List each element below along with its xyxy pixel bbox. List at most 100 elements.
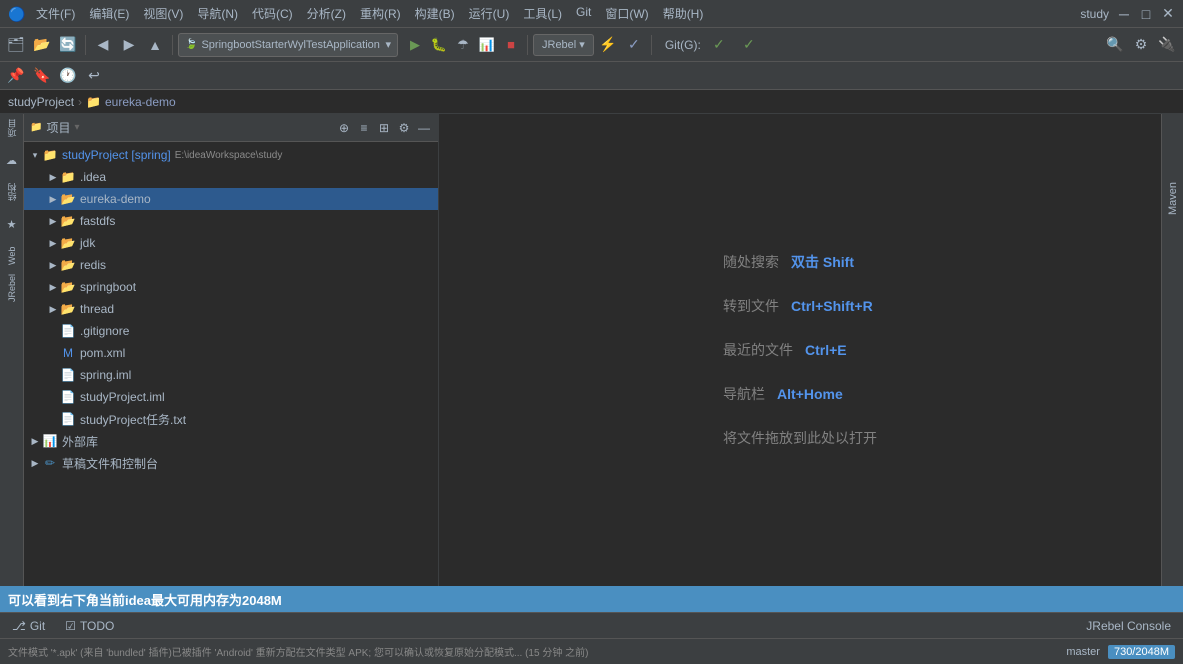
maximize-button[interactable]: □ — [1139, 7, 1153, 21]
tree-scope-icon[interactable]: ⊕ — [336, 120, 352, 136]
tree-body: ▾ 📁 studyProject [spring] E:\ideaWorkspa… — [24, 142, 438, 586]
search-everywhere-icon[interactable]: 🔍 — [1103, 33, 1127, 57]
jrebel-icon[interactable]: ⚡ — [596, 33, 620, 57]
hint-row-drag: 将文件拖放到此处以打开 — [723, 428, 877, 448]
list-item[interactable]: ▶ ✏ 草稿文件和控制台 — [24, 452, 438, 474]
root-path: E:\ideaWorkspace\study — [175, 150, 283, 161]
jrebel-dropdown[interactable]: JRebel ▾ — [533, 34, 594, 56]
menu-git[interactable]: Git — [570, 3, 597, 24]
forward-icon[interactable]: ▶ — [117, 33, 141, 57]
todo-tab[interactable]: ☑ TODO — [61, 617, 118, 635]
memory-indicator[interactable]: 730/2048M — [1108, 645, 1175, 659]
stop-button[interactable]: ■ — [500, 34, 522, 56]
main-area: 项目 ☁ 结构 ★ Web JRebel 📁 项目 ▾ ⊕ ≡ ⊞ ⚙ — ▾ — [0, 114, 1183, 586]
menu-view[interactable]: 视图(V) — [137, 3, 189, 24]
web-icon[interactable]: Web — [2, 246, 22, 266]
run-config-dropdown[interactable]: 🍃 SpringbootStarterWylTestApplication ▾ — [178, 33, 398, 57]
jrebel-side-icon[interactable]: JRebel — [2, 278, 22, 298]
run-button[interactable]: ▶ — [404, 34, 426, 56]
back-icon[interactable]: ◀ — [91, 33, 115, 57]
maven-tab[interactable]: Maven — [1163, 174, 1183, 223]
undo-icon[interactable]: ↩ — [82, 64, 106, 88]
menu-tools[interactable]: 工具(L) — [517, 3, 568, 24]
bottom-toolbar: ⎇ Git ☑ TODO JRebel Console — [0, 612, 1183, 638]
todo-tab-icon: ☑ — [65, 619, 76, 633]
menu-help[interactable]: 帮助(H) — [657, 3, 710, 24]
plugins-icon[interactable]: 🔌 — [1155, 33, 1179, 57]
debug-button[interactable]: 🐛 — [428, 34, 450, 56]
status-right: master 730/2048M — [1066, 645, 1175, 659]
bookmark-icon[interactable]: 🔖 — [30, 64, 54, 88]
list-item[interactable]: ▶ 📂 springboot — [24, 276, 438, 298]
breadcrumb-module[interactable]: eureka-demo — [105, 95, 176, 109]
list-item[interactable]: 📄 studyProject任务.txt — [24, 408, 438, 430]
tree-close-icon[interactable]: — — [416, 120, 432, 136]
settings-icon[interactable]: ⚙ — [1129, 33, 1153, 57]
study-iml-icon: 📄 — [60, 389, 76, 405]
git-commit-icon[interactable]: ✓ — [707, 33, 731, 57]
tree-settings-icon[interactable]: ⚙ — [396, 120, 412, 136]
history-icon[interactable]: 🕐 — [56, 64, 80, 88]
folder-icon: 📁 — [30, 122, 42, 133]
menu-code[interactable]: 代码(C) — [246, 3, 299, 24]
close-button[interactable]: ✕ — [1161, 7, 1175, 21]
list-item[interactable]: M pom.xml — [24, 342, 438, 364]
hint-nav-shortcut: Alt+Home — [777, 386, 843, 402]
hint-row-recent: 最近的文件 Ctrl+E — [723, 340, 877, 360]
list-item[interactable]: ▶ 📂 eureka-demo — [24, 188, 438, 210]
git-push-icon[interactable]: ✓ — [737, 33, 761, 57]
git-tab[interactable]: ⎇ Git — [8, 617, 49, 635]
list-item[interactable]: ▶ 📁 .idea — [24, 166, 438, 188]
list-item[interactable]: ▶ 📂 thread — [24, 298, 438, 320]
new-project-icon[interactable]: 🗂 — [4, 33, 28, 57]
list-item[interactable]: 📄 .gitignore — [24, 320, 438, 342]
menu-window[interactable]: 窗口(W) — [599, 3, 654, 24]
menu-file[interactable]: 文件(F) — [30, 3, 81, 24]
structure-icon[interactable]: 结构 — [2, 182, 22, 202]
up-icon[interactable]: ▲ — [143, 33, 167, 57]
open-icon[interactable]: 📂 — [30, 33, 54, 57]
menu-edit[interactable]: 编辑(E) — [83, 3, 135, 24]
profile-button[interactable]: 📊 — [476, 34, 498, 56]
menu-run[interactable]: 运行(U) — [463, 3, 516, 24]
bookmark-side-icon[interactable]: ★ — [2, 214, 22, 234]
menu-analyze[interactable]: 分析(Z) — [301, 3, 352, 24]
tree-expand-icon[interactable]: ⊞ — [376, 120, 392, 136]
breadcrumb-project[interactable]: studyProject — [8, 95, 74, 109]
tree-root[interactable]: ▾ 📁 studyProject [spring] E:\ideaWorkspa… — [24, 144, 438, 166]
menu-refactor[interactable]: 重构(R) — [354, 3, 407, 24]
gitignore-icon: 📄 — [60, 323, 76, 339]
list-item[interactable]: ▶ 📊 外部库 — [24, 430, 438, 452]
tree-dropdown-arrow[interactable]: ▾ — [74, 122, 79, 133]
pin-icon[interactable]: 📌 — [4, 64, 28, 88]
git-tab-label: Git — [30, 619, 45, 633]
menu-build[interactable]: 构建(B) — [409, 3, 461, 24]
sync-icon[interactable]: 🔄 — [56, 33, 80, 57]
separator-2 — [172, 35, 173, 55]
coverage-button[interactable]: ☂ — [452, 34, 474, 56]
menu-bar: 文件(F) 编辑(E) 视图(V) 导航(N) 代码(C) 分析(Z) 重构(R… — [30, 3, 1072, 24]
root-label: studyProject [spring] — [62, 148, 171, 162]
jrebel-console-tab[interactable]: JRebel Console — [1082, 617, 1175, 635]
libs-arrow: ▶ — [28, 434, 42, 448]
commit-icon[interactable]: ☁ — [2, 150, 22, 170]
root-folder-icon: 📁 — [42, 147, 58, 163]
txt-icon: 📄 — [60, 411, 76, 427]
branch-label[interactable]: master — [1066, 646, 1100, 658]
menu-navigate[interactable]: 导航(N) — [191, 3, 244, 24]
git-tab-icon: ⎇ — [12, 619, 26, 633]
eureka-label: eureka-demo — [80, 192, 151, 206]
list-item[interactable]: 📄 spring.iml — [24, 364, 438, 386]
jrebel-check[interactable]: ✓ — [622, 33, 646, 57]
list-item[interactable]: 📄 studyProject.iml — [24, 386, 438, 408]
minimize-button[interactable]: ─ — [1117, 7, 1131, 21]
list-item[interactable]: ▶ 📂 jdk — [24, 232, 438, 254]
project-icon[interactable]: 项目 — [2, 118, 22, 138]
redis-folder-icon: 📂 — [60, 257, 76, 273]
scratch-label: 草稿文件和控制台 — [62, 455, 158, 472]
tree-collapse-icon[interactable]: ≡ — [356, 120, 372, 136]
tree-header-icons: ⊕ ≡ ⊞ ⚙ — — [336, 120, 432, 136]
list-item[interactable]: ▶ 📂 redis — [24, 254, 438, 276]
status-text: 文件模式 '*.apk' (来自 'bundled' 插件)已被插件 'Andr… — [8, 644, 588, 659]
list-item[interactable]: ▶ 📂 fastdfs — [24, 210, 438, 232]
